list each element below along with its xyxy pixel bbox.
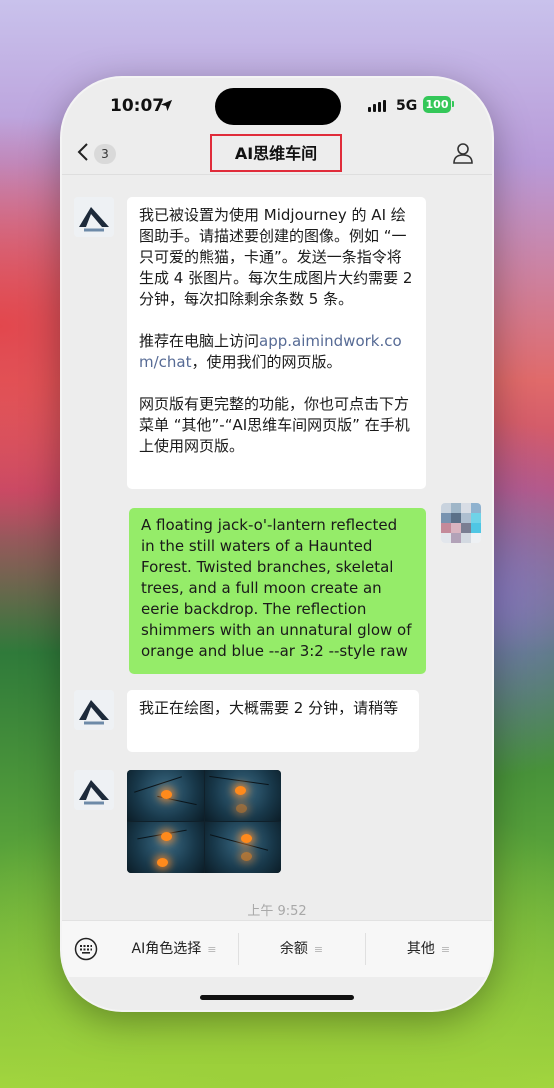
bot-avatar[interactable]: [74, 770, 114, 810]
generated-image-4[interactable]: [204, 822, 281, 873]
home-indicator[interactable]: [200, 995, 354, 1000]
submenu-icon: ≡: [440, 943, 451, 956]
status-time: 10:07: [110, 96, 165, 116]
message-timestamp: 上午 9:52: [247, 904, 307, 919]
user-message-bubble: A floating jack-o'-lantern reflected in …: [129, 508, 426, 674]
generated-image-2[interactable]: [204, 770, 281, 821]
title-highlight-box: AI思维车间: [210, 134, 342, 172]
dynamic-island: [215, 88, 341, 125]
bot-message-bubble: 我已被设置为使用 Midjourney 的 AI 绘图助手。请描述要创建的图像。…: [127, 197, 426, 489]
profile-icon[interactable]: [452, 142, 474, 164]
signal-icon: [368, 100, 386, 112]
chat-title: AI思维车间: [234, 144, 318, 163]
back-chevron-icon[interactable]: [76, 142, 90, 162]
bot-avatar[interactable]: [74, 197, 114, 237]
bot-logo-icon: [74, 690, 114, 730]
network-type: 5G: [396, 98, 418, 114]
generated-image-3[interactable]: [127, 822, 204, 873]
unread-count-badge[interactable]: 3: [94, 144, 116, 164]
message-text: 我正在绘图，大概需要 2 分钟，请稍等: [139, 699, 399, 717]
user-avatar[interactable]: [441, 503, 481, 543]
menu-other[interactable]: 其他 ≡: [365, 921, 492, 977]
keyboard-toggle-icon[interactable]: [74, 937, 98, 961]
message-text: A floating jack-o'-lantern reflected in …: [141, 516, 412, 660]
message-text: 网页版有更完整的功能，你也可点击下方菜单 “其他”-“AI思维车间网页版” 在手…: [139, 395, 410, 455]
menu-label: 余额: [279, 941, 308, 957]
status-bar: 10:07 5G 100: [62, 78, 492, 134]
phone-screen: 10:07 5G 100 3 AI思维车间 我已被设置为使用 Midjourne…: [62, 78, 492, 1010]
bot-avatar[interactable]: [74, 690, 114, 730]
pixelated-avatar-image: [441, 503, 481, 543]
menu-balance[interactable]: 余额 ≡: [238, 921, 365, 977]
battery-tip: [452, 101, 454, 107]
generated-image-1[interactable]: [127, 770, 204, 821]
message-text: 推荐在电脑上访问app.aimindwork.com/chat，使用我们的网页版…: [139, 331, 414, 373]
submenu-icon: ≡: [313, 943, 324, 956]
bottom-menu-bar: AI角色选择 ≡ 余额 ≡ 其他 ≡: [62, 920, 492, 977]
bot-logo-icon: [74, 770, 114, 810]
menu-label: AI角色选择: [131, 941, 202, 957]
bot-logo-icon: [74, 197, 114, 237]
menu-label: 其他: [406, 941, 435, 957]
header-divider: [62, 174, 492, 175]
menu-ai-role-select[interactable]: AI角色选择 ≡: [110, 921, 238, 977]
message-text-part: 推荐在电脑上访问: [139, 332, 260, 350]
location-arrow-icon: [160, 99, 173, 112]
bot-message-bubble: 我正在绘图，大概需要 2 分钟，请稍等: [127, 690, 419, 752]
generated-image-grid[interactable]: [127, 770, 281, 873]
message-text-part: ，使用我们的网页版。: [191, 353, 342, 371]
chat-header: 3 AI思维车间: [62, 134, 492, 174]
submenu-icon: ≡: [207, 943, 217, 956]
battery-icon: 100: [423, 96, 451, 113]
message-text: 我已被设置为使用 Midjourney 的 AI 绘图助手。请描述要创建的图像。…: [139, 206, 413, 308]
